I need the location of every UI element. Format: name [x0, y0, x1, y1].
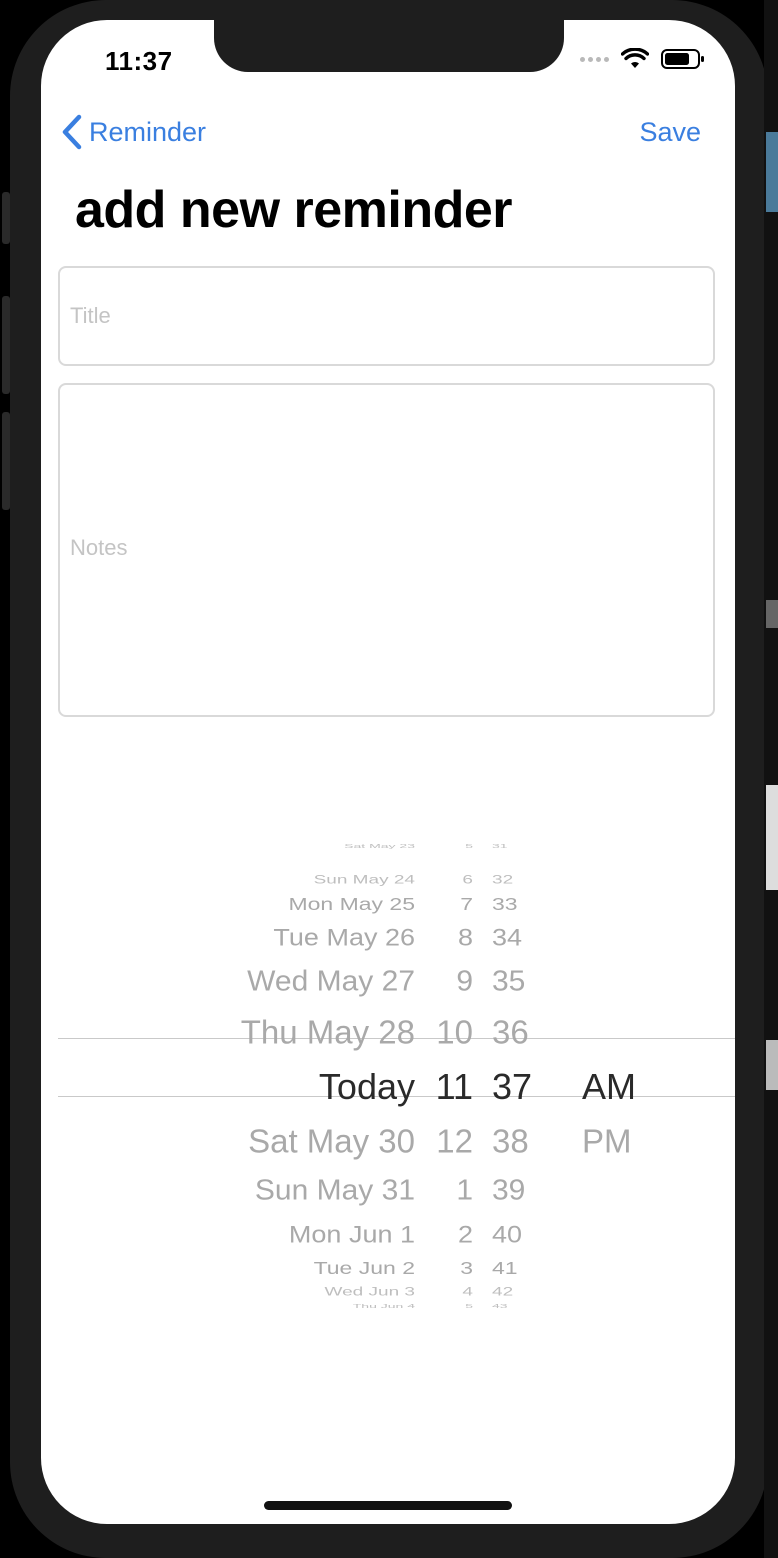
- picker-ampm-cell: PM: [582, 1122, 632, 1160]
- picker-hour-cell: 6: [462, 873, 473, 887]
- picker-minute-cell: 42: [492, 1285, 514, 1299]
- status-time: 11:37: [105, 46, 173, 76]
- picker-hour-cell: 9: [456, 965, 473, 998]
- picker-minute-cell: 41: [492, 1257, 518, 1278]
- title-input[interactable]: [60, 268, 713, 364]
- picker-minute-cell: 35: [492, 965, 526, 998]
- notch: [214, 20, 564, 72]
- picker-date-cell: Sat May 23: [344, 842, 415, 850]
- cellular-signal-icon: [580, 56, 609, 62]
- picker-date-cell: Tue Jun 2: [313, 1257, 415, 1278]
- picker-hour-cell: 5: [465, 1302, 473, 1310]
- picker-hour-cell: 7: [460, 893, 473, 914]
- silent-switch: [2, 192, 10, 244]
- notes-field-box: [58, 383, 715, 717]
- volume-up-button: [2, 296, 10, 394]
- picker-date-cell: Mon May 25: [288, 893, 415, 914]
- picker-ampm-cell: AM: [582, 1066, 636, 1107]
- picker-hour-cell: 1: [456, 1174, 473, 1207]
- app-screen: 11:37 Reminder Save add new reminder Sat…: [41, 20, 735, 1524]
- back-button[interactable]: Reminder: [61, 114, 206, 150]
- picker-date-cell: Thu May 28: [240, 1013, 415, 1051]
- picker-hour-cell: 8: [457, 924, 473, 951]
- picker-hour-cell: 10: [436, 1013, 473, 1051]
- picker-date-cell: Sat May 30: [248, 1122, 415, 1160]
- page-title: add new reminder: [75, 181, 513, 239]
- picker-date-cell: Today: [318, 1066, 415, 1107]
- chevron-left-icon: [62, 114, 82, 150]
- save-button[interactable]: Save: [639, 117, 701, 148]
- picker-date-cell: Sun May 24: [313, 873, 415, 887]
- picker-minute-cell: 38: [492, 1122, 529, 1160]
- title-field-box: [58, 266, 715, 366]
- wifi-icon: [621, 48, 649, 68]
- battery-icon: [661, 49, 704, 69]
- status-indicators: [580, 48, 705, 70]
- picker-hour-cell: 2: [457, 1221, 473, 1248]
- picker-minute-cell: 36: [492, 1013, 529, 1051]
- volume-down-button: [2, 412, 10, 510]
- picker-minute-cell: 32: [492, 873, 514, 887]
- picker-minute-cell: 33: [492, 893, 518, 914]
- picker-minute-cell: 40: [492, 1221, 523, 1248]
- home-indicator: [264, 1501, 512, 1510]
- picker-date-cell: Mon Jun 1: [288, 1221, 415, 1248]
- picker-date-cell: Tue May 26: [273, 924, 415, 951]
- picker-minute-cell: 43: [492, 1302, 508, 1310]
- picker-date-cell: Wed Jun 3: [324, 1285, 415, 1299]
- picker-hour-cell: 11: [435, 1066, 473, 1107]
- picker-date-cell: Wed May 27: [247, 965, 415, 998]
- picker-minute-cell: 37: [492, 1066, 533, 1107]
- back-button-label: Reminder: [89, 116, 207, 147]
- date-time-picker[interactable]: Sat May 23 5 31 Sun May 24 6 32 Mon May 25 7 33 T…: [58, 840, 735, 1310]
- picker-date-cell: Thu Jun 4: [352, 1302, 415, 1310]
- picker-date-cell: Sun May 31: [254, 1174, 415, 1207]
- picker-minute-cell: 39: [492, 1174, 526, 1207]
- picker-hour-cell: 5: [465, 842, 473, 850]
- picker-minute-cell: 34: [492, 924, 523, 951]
- notes-input[interactable]: [60, 385, 713, 715]
- picker-hour-cell: 3: [460, 1257, 473, 1278]
- background-app-peek: [764, 0, 778, 1558]
- picker-minute-cell: 31: [492, 842, 508, 850]
- picker-hour-cell: 12: [436, 1122, 473, 1160]
- picker-hour-cell: 4: [462, 1285, 473, 1299]
